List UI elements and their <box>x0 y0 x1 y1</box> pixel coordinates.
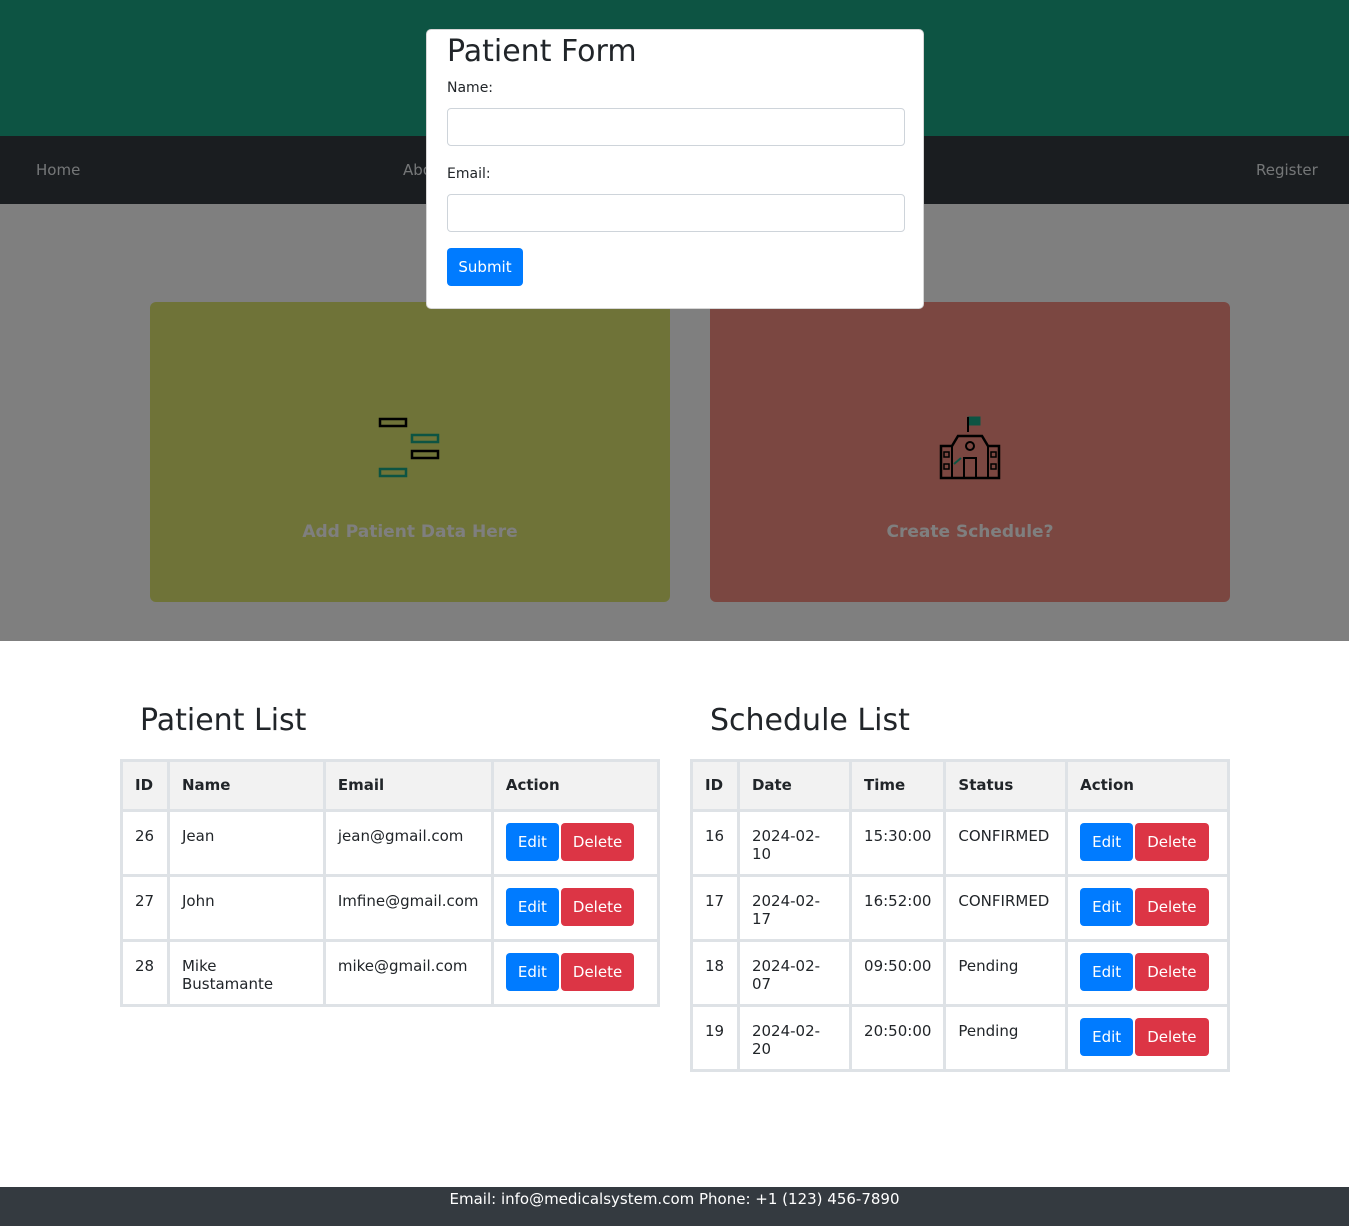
patient-email: jean@gmail.com <box>322 809 494 877</box>
edit-button[interactable]: Edit <box>1080 1018 1134 1056</box>
patient-list-title: Patient List <box>140 703 307 738</box>
table-row: 17 2024-02-17 16:52:00 CONFIRMED Edit Del… <box>690 874 1230 942</box>
footer: Email: info@medicalsystem.com Phone: +1 … <box>0 1187 1349 1226</box>
delete-button[interactable]: Delete <box>1135 823 1209 861</box>
patient-name: Jean <box>166 809 326 877</box>
schedule-id: 16 <box>690 809 740 877</box>
schedule-status: Pending <box>943 1004 1069 1072</box>
schedule-date: 2024-02-10 <box>736 809 853 877</box>
action-cell: Edit Delete <box>490 874 661 942</box>
edit-button[interactable]: Edit <box>505 888 559 926</box>
delete-button[interactable]: Delete <box>560 953 635 991</box>
action-cell: Edit Delete <box>490 939 661 1007</box>
patient-name: Mike Bustamante <box>166 939 326 1007</box>
delete-button[interactable]: Delete <box>560 888 635 926</box>
edit-button[interactable]: Edit <box>1080 888 1134 926</box>
column-header: Date <box>736 759 853 812</box>
delete-button[interactable]: Delete <box>1135 888 1209 926</box>
schedule-time: 16:52:00 <box>849 874 947 942</box>
column-header: Action <box>490 759 661 812</box>
column-header: Time <box>849 759 947 812</box>
name-field[interactable] <box>447 108 905 146</box>
action-cell: Edit Delete <box>1065 809 1230 877</box>
schedule-time: 15:30:00 <box>849 809 947 877</box>
patient-id: 26 <box>120 809 170 877</box>
edit-button[interactable]: Edit <box>1080 953 1134 991</box>
table-row: 16 2024-02-10 15:30:00 CONFIRMED Edit Del… <box>690 809 1230 877</box>
column-header: Email <box>322 759 494 812</box>
schedule-id: 17 <box>690 874 740 942</box>
schedule-status: CONFIRMED <box>943 874 1069 942</box>
schedule-id: 18 <box>690 939 740 1007</box>
email-field[interactable] <box>447 194 905 232</box>
patient-table: ID Name Email Action 26 Jean jean@gmail.… <box>120 759 661 1007</box>
patient-form-modal: Patient Form Name: Email: Submit <box>426 29 924 309</box>
schedule-table: ID Date Time Status Action 16 2024-02-10… <box>690 759 1230 1072</box>
table-header-row: ID Name Email Action <box>120 759 661 812</box>
action-cell: Edit Delete <box>490 809 661 877</box>
table-header-row: ID Date Time Status Action <box>690 759 1230 812</box>
page-scrollbar[interactable] <box>1349 0 1366 1226</box>
schedule-date: 2024-02-07 <box>736 939 853 1007</box>
schedule-list-title: Schedule List <box>710 703 910 738</box>
edit-button[interactable]: Edit <box>1080 823 1134 861</box>
action-cell: Edit Delete <box>1065 1004 1230 1072</box>
page: Home Abo s Register Add Patient Data Her… <box>0 0 1349 1226</box>
patient-id: 28 <box>120 939 170 1007</box>
table-row: 19 2024-02-20 20:50:00 Pending Edit Delet… <box>690 1004 1230 1072</box>
patient-email: Imfine@gmail.com <box>322 874 494 942</box>
edit-button[interactable]: Edit <box>505 953 559 991</box>
action-cell: Edit Delete <box>1065 874 1230 942</box>
footer-contact-text: Email: info@medicalsystem.com Phone: +1 … <box>449 1190 900 1208</box>
schedule-status: Pending <box>943 939 1069 1007</box>
edit-button[interactable]: Edit <box>505 823 559 861</box>
name-label: Name: <box>447 80 494 96</box>
column-header: Action <box>1065 759 1230 812</box>
table-row: 26 Jean jean@gmail.com Edit Delete <box>120 809 661 877</box>
schedule-date: 2024-02-17 <box>736 874 853 942</box>
table-row: 18 2024-02-07 09:50:00 Pending Edit Delet… <box>690 939 1230 1007</box>
action-cell: Edit Delete <box>1065 939 1230 1007</box>
schedule-date: 2024-02-20 <box>736 1004 853 1072</box>
submit-button[interactable]: Submit <box>447 248 523 286</box>
schedule-id: 19 <box>690 1004 740 1072</box>
table-row: 28 Mike Bustamante mike@gmail.com Edit De… <box>120 939 661 1007</box>
column-header: Status <box>943 759 1069 812</box>
patient-name: John <box>166 874 326 942</box>
schedule-time: 20:50:00 <box>849 1004 947 1072</box>
schedule-time: 09:50:00 <box>849 939 947 1007</box>
table-row: 27 John Imfine@gmail.com Edit Delete <box>120 874 661 942</box>
schedule-status: CONFIRMED <box>943 809 1069 877</box>
column-header: ID <box>120 759 170 812</box>
patient-id: 27 <box>120 874 170 942</box>
column-header: ID <box>690 759 740 812</box>
delete-button[interactable]: Delete <box>1135 1018 1209 1056</box>
column-header: Name <box>166 759 326 812</box>
patient-email: mike@gmail.com <box>322 939 494 1007</box>
email-label: Email: <box>447 166 491 182</box>
delete-button[interactable]: Delete <box>1135 953 1209 991</box>
modal-title: Patient Form <box>447 34 637 69</box>
delete-button[interactable]: Delete <box>560 823 635 861</box>
